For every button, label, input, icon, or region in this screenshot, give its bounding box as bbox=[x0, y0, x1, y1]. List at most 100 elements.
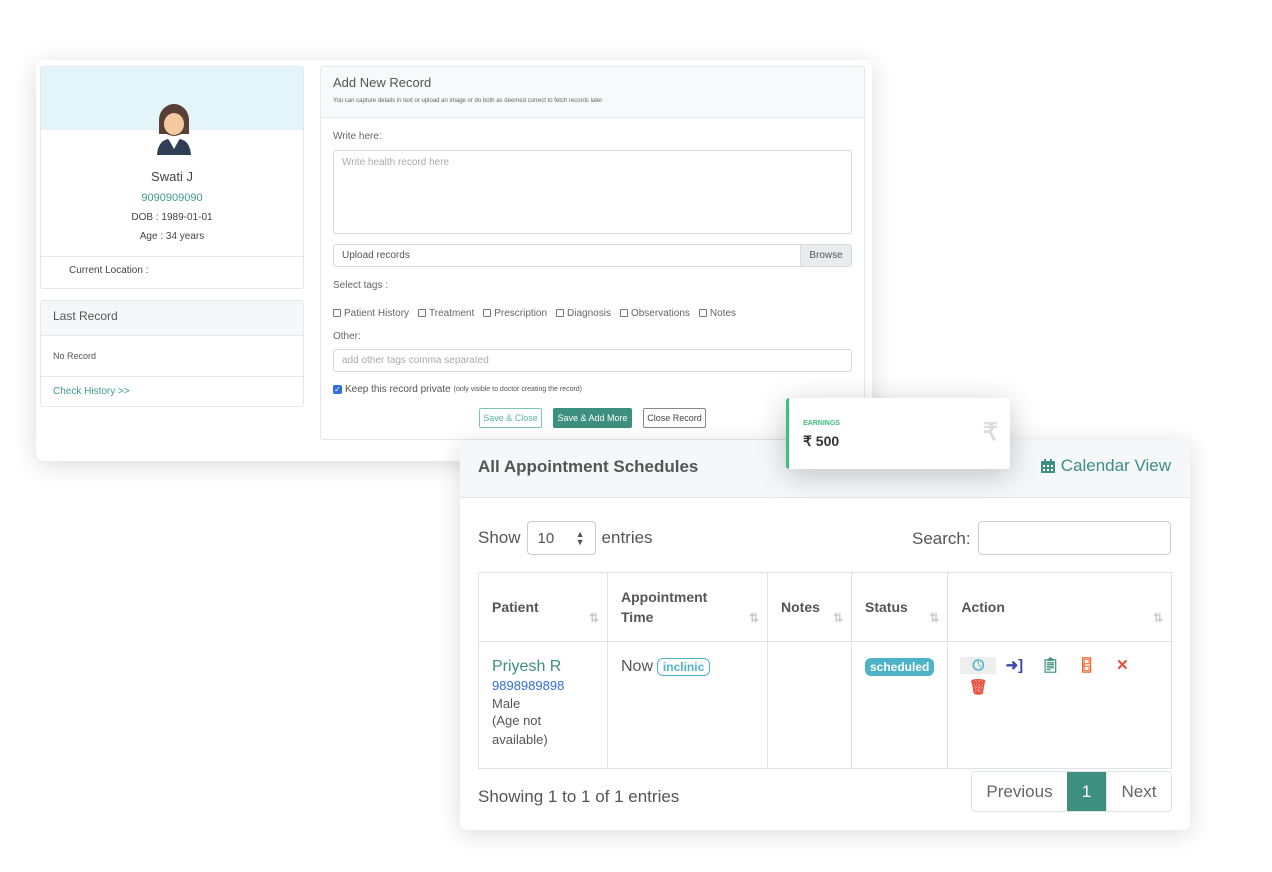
col-action[interactable]: Action ⇅ bbox=[947, 572, 1172, 642]
search-input[interactable] bbox=[978, 521, 1171, 555]
table-row: Priyesh R 9898989898 Male (Age not avail… bbox=[478, 641, 1172, 769]
table-info: Showing 1 to 1 of 1 entries bbox=[478, 787, 680, 806]
patient-name: Swati J bbox=[151, 169, 193, 184]
upload-records-input[interactable]: Upload records Browse bbox=[333, 244, 852, 267]
tag-label: Observations bbox=[630, 307, 690, 319]
tag-patient-history[interactable]: Patient History bbox=[333, 308, 409, 319]
notes-cell bbox=[767, 641, 852, 769]
cancel-x-icon[interactable]: ✕ bbox=[1104, 656, 1140, 674]
health-record-textarea[interactable]: Write health record here bbox=[333, 150, 852, 234]
door-exit-icon[interactable]: 🚪︎ bbox=[1068, 656, 1104, 674]
entries-value: 10 bbox=[537, 529, 555, 547]
patient-dob: DOB : 1989-01-01 bbox=[131, 212, 213, 223]
profile-panel: Swati J 9090909090 DOB : 1989-01-01 Age … bbox=[40, 66, 304, 289]
private-checkbox[interactable]: ✓ bbox=[333, 385, 342, 394]
last-record-value: No Record bbox=[41, 336, 303, 377]
col-status[interactable]: Status ⇅ bbox=[850, 572, 949, 642]
appointment-time: Now bbox=[621, 658, 654, 675]
tags-label: Select tags : bbox=[333, 280, 389, 291]
add-record-subtitle: You can capture details in text or uploa… bbox=[333, 98, 604, 104]
tag-label: Notes bbox=[709, 307, 737, 319]
sort-icon[interactable]: ⇅ bbox=[589, 611, 599, 625]
checkbox[interactable] bbox=[619, 309, 628, 317]
checkbox[interactable] bbox=[418, 309, 427, 317]
checkbox[interactable] bbox=[333, 309, 341, 317]
current-location-label: Current Location : bbox=[69, 265, 149, 276]
tag-treatment[interactable]: Treatment bbox=[418, 308, 474, 319]
save-close-button[interactable]: Save & Close bbox=[479, 408, 542, 428]
divider bbox=[41, 256, 303, 257]
entries-control: Show 10 ▲ ▼ entries bbox=[478, 521, 653, 555]
earnings-label: EARNINGS bbox=[803, 420, 840, 427]
tag-label: Treatment bbox=[429, 307, 475, 319]
trash-icon[interactable]: 🗑︎ bbox=[960, 678, 996, 696]
patient-gender: Male bbox=[492, 696, 521, 711]
private-checkbox-row[interactable]: ✓ Keep this record private (only visible… bbox=[333, 384, 582, 395]
last-record-panel: Last Record No Record Check History >> bbox=[40, 300, 304, 407]
entries-label: entries bbox=[601, 528, 653, 547]
appointments-table: Patient ⇅ Appointment Time ⇅ Notes ⇅ Status… bbox=[478, 572, 1172, 769]
other-tags-input[interactable]: add other tags comma separated bbox=[333, 349, 852, 372]
tag-diagnosis[interactable]: Diagnosis bbox=[556, 308, 611, 319]
checkbox[interactable] bbox=[556, 309, 565, 317]
show-label: Show bbox=[478, 528, 521, 547]
close-record-button[interactable]: Close Record bbox=[643, 408, 706, 428]
calendar-view-label: Calendar View bbox=[1060, 456, 1171, 475]
checkbox[interactable] bbox=[483, 309, 492, 317]
pagination: Previous 1 Next bbox=[971, 771, 1172, 812]
checkbox[interactable] bbox=[698, 309, 707, 317]
avatar bbox=[157, 104, 191, 155]
calendar-view-link[interactable]: Calendar View bbox=[1040, 456, 1171, 476]
previous-button[interactable]: Previous bbox=[972, 772, 1067, 811]
sort-icon[interactable]: ⇅ bbox=[749, 611, 759, 625]
appointments-title: All Appointment Schedules bbox=[478, 457, 699, 476]
earnings-value: ₹ 500 bbox=[803, 433, 840, 449]
patient-phone[interactable]: 9090909090 bbox=[41, 192, 303, 204]
tag-label: Prescription bbox=[494, 307, 548, 319]
entries-select[interactable]: 10 ▲ ▼ bbox=[526, 521, 596, 555]
patient-phone-link[interactable]: 9898989898 bbox=[492, 678, 594, 693]
browse-button[interactable]: Browse bbox=[800, 245, 851, 266]
table-header: Patient ⇅ Appointment Time ⇅ Notes ⇅ Status… bbox=[478, 572, 1172, 642]
page-1-button[interactable]: 1 bbox=[1067, 772, 1106, 811]
earnings-card: EARNINGS ₹ 500 ₹ bbox=[786, 398, 1010, 469]
private-note: (only visible to doctor creating the rec… bbox=[453, 386, 583, 393]
tag-notes[interactable]: Notes bbox=[698, 307, 737, 319]
check-history-link[interactable]: Check History >> bbox=[41, 377, 303, 406]
check-in-icon[interactable]: ➜] bbox=[996, 656, 1032, 674]
tag-observations[interactable]: Observations bbox=[619, 307, 690, 319]
tag-label: Patient History bbox=[344, 307, 410, 319]
search-label: Search: bbox=[912, 529, 971, 548]
reschedule-clock-icon[interactable]: 🕓︎ bbox=[960, 657, 997, 674]
tag-label: Diagnosis bbox=[567, 307, 611, 319]
patient-age: (Age not available) bbox=[492, 713, 548, 747]
patient-name-link[interactable]: Priyesh R bbox=[492, 658, 594, 676]
calendar-icon bbox=[1040, 459, 1055, 473]
action-cell: 🕓︎ ➜] 📋︎ 🚪︎ ✕ 🗑︎ bbox=[947, 641, 1172, 769]
tag-prescription[interactable]: Prescription bbox=[483, 308, 547, 319]
patient-cell: Priyesh R 9898989898 Male (Age not avail… bbox=[478, 641, 608, 769]
add-record-title: Add New Record bbox=[333, 75, 432, 90]
col-notes[interactable]: Notes ⇅ bbox=[767, 572, 852, 642]
upload-label: Upload records bbox=[342, 250, 410, 261]
next-button[interactable]: Next bbox=[1106, 772, 1171, 811]
other-label: Other: bbox=[333, 331, 361, 342]
private-label: Keep this record private bbox=[345, 384, 451, 395]
write-label: Write here: bbox=[333, 131, 382, 142]
rupee-icon: ₹ bbox=[982, 419, 998, 446]
updown-icon: ▲ ▼ bbox=[575, 529, 585, 547]
col-appointment-time[interactable]: Appointment Time ⇅ bbox=[607, 572, 768, 642]
save-add-more-button[interactable]: Save & Add More bbox=[553, 408, 632, 428]
sort-icon[interactable]: ⇅ bbox=[929, 611, 939, 625]
sort-icon[interactable]: ⇅ bbox=[1153, 611, 1163, 625]
patient-age: Age : 34 years bbox=[139, 231, 205, 242]
tags-group: Patient History Treatment Prescription Diag… bbox=[333, 304, 745, 322]
status-cell: scheduled bbox=[850, 641, 949, 769]
appointments-card: All Appointment Schedules Calendar View … bbox=[460, 440, 1190, 830]
col-patient[interactable]: Patient ⇅ bbox=[478, 572, 608, 642]
time-cell: Now inclinic bbox=[607, 641, 768, 769]
sort-icon[interactable]: ⇅ bbox=[833, 611, 843, 625]
status-badge: scheduled bbox=[865, 658, 935, 676]
last-record-title: Last Record bbox=[41, 301, 303, 336]
medical-clipboard-icon[interactable]: 📋︎ bbox=[1032, 656, 1068, 674]
